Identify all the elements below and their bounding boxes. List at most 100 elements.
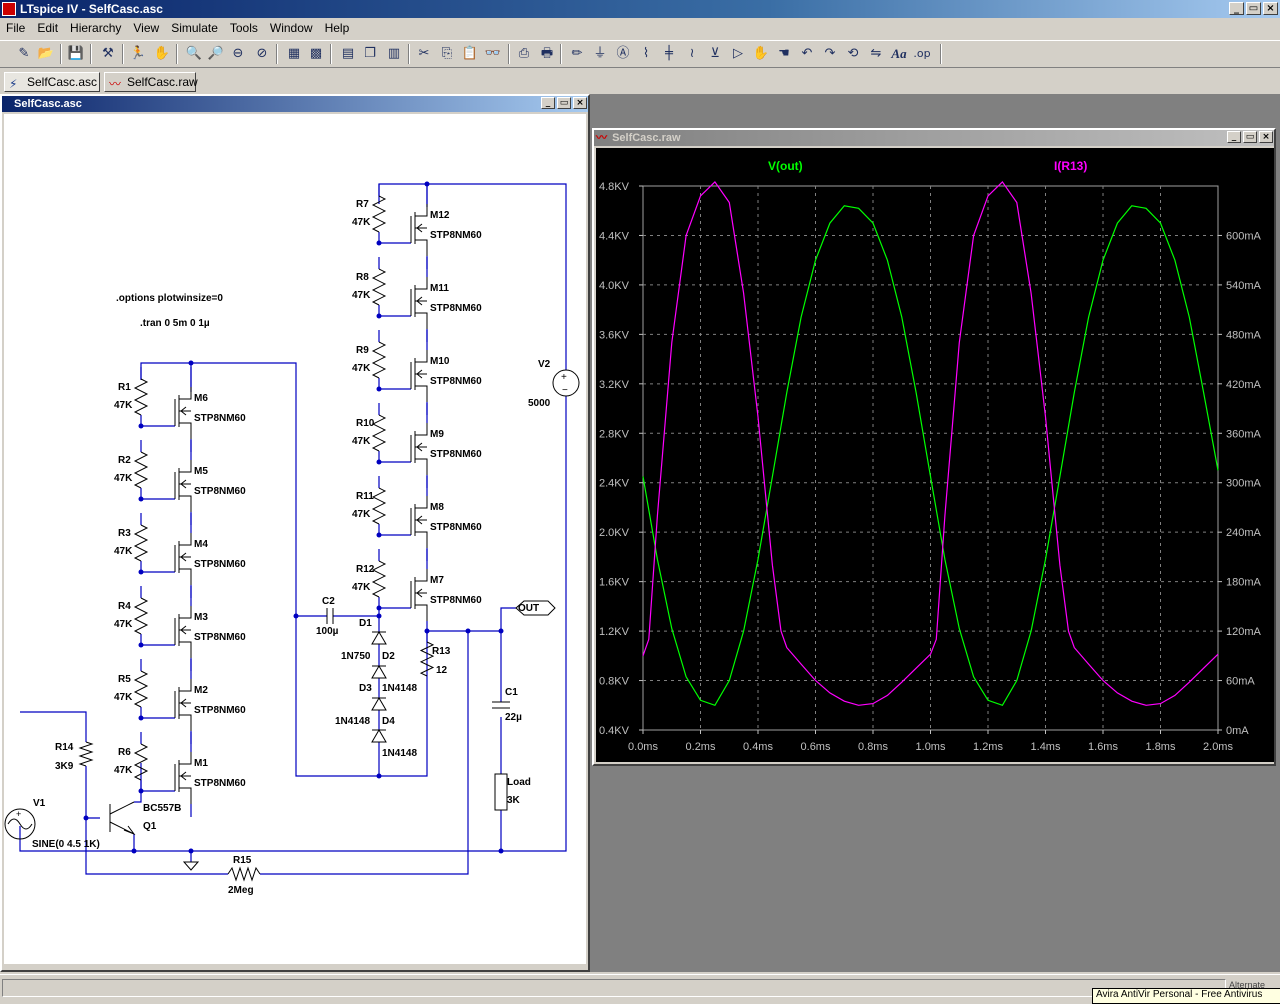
waveform-minimize-button[interactable]: _: [1227, 131, 1241, 143]
schematic-drawing[interactable]: .options plotwinsize=0 .tran 0 5m 0 1µ +…: [4, 114, 586, 964]
schematic-minimize-button[interactable]: _: [541, 97, 555, 109]
restore-button[interactable]: ▭: [1246, 2, 1261, 15]
cascade-icon[interactable]: ❐: [360, 44, 380, 64]
left-m2-mosfet: [174, 679, 192, 731]
c1-symbol: [492, 701, 510, 709]
spice-directive-icon[interactable]: .op: [912, 44, 932, 64]
left-m2-label: M2: [194, 685, 208, 696]
out-netlabel[interactable]: OUT: [518, 603, 539, 614]
left-m2-model: STP8NM60: [194, 705, 246, 716]
schematic-close-button[interactable]: ×: [573, 97, 587, 109]
print-icon[interactable]: 🖶: [537, 44, 557, 64]
menu-tools[interactable]: Tools: [224, 18, 264, 38]
left-m3-mosfet: [174, 606, 192, 658]
save-icon[interactable]: 💾: [66, 44, 86, 64]
junction-dot: [376, 532, 382, 538]
tab-selfcasc-raw[interactable]: 〰 SelfCasc.raw: [104, 72, 198, 92]
junction-dot: [498, 848, 504, 854]
undo-icon[interactable]: ↶: [797, 44, 817, 64]
minimize-button[interactable]: _: [1229, 2, 1244, 15]
ground-icon[interactable]: ⏚: [590, 44, 610, 64]
redo-icon[interactable]: ↷: [820, 44, 840, 64]
close-button[interactable]: ×: [1263, 2, 1278, 15]
left-m1-model: STP8NM60: [194, 778, 246, 789]
right-tick-label: 420mA: [1226, 379, 1262, 391]
move-icon[interactable]: ✋: [751, 44, 771, 64]
ltspice-app-icon: [2, 2, 16, 16]
zoom-pan-icon[interactable]: 🔎: [206, 44, 226, 64]
control-panel-icon[interactable]: ⚒: [98, 44, 118, 64]
menu-help[interactable]: Help: [319, 18, 356, 38]
menu-view[interactable]: View: [127, 18, 165, 38]
run-icon[interactable]: 🏃: [128, 44, 148, 64]
options-directive[interactable]: .options plotwinsize=0: [116, 293, 223, 304]
right-tick-label: 540mA: [1226, 280, 1262, 292]
capacitor-icon[interactable]: ╪: [659, 44, 679, 64]
menu-file[interactable]: File: [0, 18, 31, 38]
waveform-chart[interactable]: 4.8KV 4.4KV 4.0KV 3.6KV 3.2KV 2.8KV 2.4KV 2.0KV…: [596, 148, 1274, 762]
left-m3-model: STP8NM60: [194, 632, 246, 643]
grid-icon[interactable]: ▩: [306, 44, 326, 64]
x-tick-label: 1.8ms: [1146, 741, 1176, 753]
tab-selfcasc-asc[interactable]: ⚡ SelfCasc.asc: [4, 72, 100, 92]
tile-vertical-icon[interactable]: ▥: [384, 44, 404, 64]
q1-transistor-symbol: [109, 801, 136, 836]
d1-label: D1: [359, 618, 372, 629]
trace-label-ir13[interactable]: I(R13): [1054, 159, 1087, 173]
inductor-icon[interactable]: ≀: [682, 44, 702, 64]
label-icon[interactable]: Ⓐ: [613, 44, 633, 64]
print-setup-icon[interactable]: ⎙: [514, 44, 534, 64]
right-m11-label: M11: [430, 283, 449, 294]
component-icon[interactable]: ▷: [728, 44, 748, 64]
paste-icon[interactable]: 📋: [460, 44, 480, 64]
left-r1-label: R1: [118, 382, 131, 393]
mirror-icon[interactable]: ⇋: [866, 44, 886, 64]
diode-icon[interactable]: ⊻: [705, 44, 725, 64]
menu-window[interactable]: Window: [264, 18, 319, 38]
schematic-canvas[interactable]: .options plotwinsize=0 .tran 0 5m 0 1µ +…: [4, 114, 586, 964]
text-icon[interactable]: Aa: [889, 44, 909, 64]
waveform-plot[interactable]: 4.8KV 4.4KV 4.0KV 3.6KV 3.2KV 2.8KV 2.4KV 2.0KV…: [596, 148, 1274, 762]
tile-horizontal-icon[interactable]: ▤: [338, 44, 358, 64]
right-r9-resistor: [371, 341, 387, 379]
trace-v-out: [642, 205, 1219, 707]
right-m11-model: STP8NM60: [430, 303, 482, 314]
schematic-maximize-button[interactable]: ▭: [557, 97, 571, 109]
open-icon[interactable]: 📂: [36, 44, 56, 64]
waveform-close-button[interactable]: ×: [1259, 131, 1273, 143]
zoom-in-icon[interactable]: 🔍: [184, 44, 204, 64]
tran-directive[interactable]: .tran 0 5m 0 1µ: [140, 318, 210, 329]
copy-icon[interactable]: ⎘: [437, 44, 457, 64]
wire-icon[interactable]: ✏: [567, 44, 587, 64]
x-tick-label: 1.6ms: [1088, 741, 1118, 753]
halt-icon[interactable]: ✋: [152, 44, 172, 64]
schematic-window-title[interactable]: SelfCasc.asc _ ▭ ×: [2, 96, 588, 112]
cut-icon[interactable]: ✂: [414, 44, 434, 64]
new-schematic-icon[interactable]: ✎: [14, 44, 34, 64]
trace-label-vout[interactable]: V(out): [768, 159, 803, 173]
r14-label: R14: [55, 742, 74, 753]
zoom-cancel-icon[interactable]: ⊘: [252, 44, 272, 64]
drag-icon[interactable]: ☚: [774, 44, 794, 64]
d1-value: 1N750: [341, 651, 371, 662]
junction-dot: [376, 613, 382, 619]
waveform-window-title[interactable]: 〰 SelfCasc.raw _ ▭ ×: [594, 130, 1274, 146]
left-r1-value: 47K: [114, 400, 133, 411]
schematic-title-text: SelfCasc.asc: [14, 98, 82, 110]
zoom-out-icon[interactable]: ⊖: [228, 44, 248, 64]
app-title-bar[interactable]: LTspice IV - SelfCasc.asc _ ▭ ×: [0, 0, 1280, 18]
x-tick-label: 1.4ms: [1031, 741, 1061, 753]
left-tick-label: 2.4KV: [599, 478, 630, 490]
resistor-icon[interactable]: ⌇: [636, 44, 656, 64]
tab-label: SelfCasc.asc: [27, 75, 98, 89]
menu-hierarchy[interactable]: Hierarchy: [64, 18, 127, 38]
trace-i-r13: [642, 180, 1219, 706]
right-m10-label: M10: [430, 356, 450, 367]
menu-edit[interactable]: Edit: [31, 18, 64, 38]
find-icon[interactable]: 👓: [483, 44, 503, 64]
rotate-icon[interactable]: ⟲: [843, 44, 863, 64]
schematic-icon: ⚡: [9, 77, 18, 91]
menu-simulate[interactable]: Simulate: [165, 18, 224, 38]
waveform-maximize-button[interactable]: ▭: [1243, 131, 1257, 143]
autorange-icon[interactable]: ▦: [284, 44, 304, 64]
